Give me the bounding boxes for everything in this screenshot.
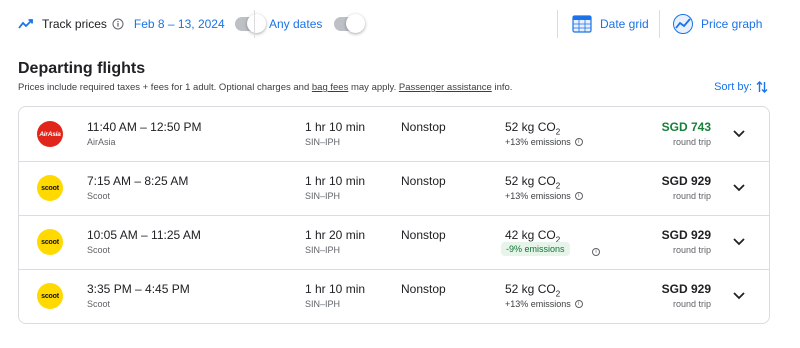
- flight-route: SIN–IPH: [305, 137, 341, 147]
- filter-toolbar: Track prices Feb 8 – 13, 2024 Any dates: [0, 0, 800, 48]
- disclaimer-text: Prices include required taxes + fees for…: [18, 82, 312, 93]
- chevron-down-icon[interactable]: [729, 286, 749, 306]
- toolbar-divider: [659, 10, 660, 38]
- section-title: Departing flights: [18, 60, 146, 77]
- toggle-knob: [346, 14, 366, 33]
- trend-line-icon: [18, 18, 34, 30]
- price-graph-button[interactable]: Price graph: [672, 0, 762, 48]
- flight-times: 10:05 AM – 11:25 AM: [87, 228, 201, 242]
- emissions-text: +13% emissions: [505, 191, 571, 201]
- disclaimer-text: info.: [491, 82, 513, 93]
- airline-name: Scoot: [87, 299, 111, 309]
- co2-amount: 52 kg CO2: [505, 120, 560, 136]
- flight-route: SIN–IPH: [305, 191, 341, 201]
- chevron-down-icon[interactable]: [729, 124, 749, 144]
- emissions-change: +13% emissions i: [505, 191, 583, 201]
- any-dates-label: Any dates: [269, 17, 323, 31]
- any-dates-toggle[interactable]: [334, 14, 366, 33]
- emissions-text: +13% emissions: [505, 299, 571, 309]
- flight-price: SGD 929: [661, 282, 711, 296]
- trip-type: round trip: [672, 191, 711, 201]
- flight-times: 3:35 PM – 4:45 PM: [87, 282, 190, 296]
- flight-price: SGD 743: [661, 120, 711, 134]
- toggle-knob: [246, 14, 266, 33]
- flight-times: 11:40 AM – 12:50 PM: [87, 120, 202, 134]
- airline-logo: scoot: [37, 229, 63, 255]
- flight-duration: 1 hr 10 min: [305, 282, 366, 296]
- trip-type: round trip: [672, 245, 711, 255]
- disclaimer-text: may apply.: [348, 82, 399, 93]
- airline-logo: AirAsia: [37, 121, 63, 147]
- flight-row[interactable]: scoot 7:15 AM – 8:25 AM Scoot 1 hr 10 mi…: [19, 161, 769, 216]
- flight-stops: Nonstop: [401, 120, 446, 134]
- co2-value: 52 kg CO: [505, 120, 556, 134]
- emissions-text: +13% emissions: [505, 137, 571, 147]
- airline-name: AirAsia: [87, 137, 116, 147]
- co2-amount: 52 kg CO2: [505, 282, 560, 298]
- trip-type: round trip: [672, 299, 711, 309]
- date-range-text: Feb 8 – 13, 2024: [133, 17, 225, 31]
- track-prices-control[interactable]: Track prices Feb 8 – 13, 2024: [18, 0, 266, 48]
- co2-subscript: 2: [555, 289, 561, 299]
- co2-amount: 52 kg CO2: [505, 174, 560, 190]
- flight-stops: Nonstop: [401, 174, 446, 188]
- price-graph-icon: [672, 14, 694, 34]
- flight-times: 7:15 AM – 8:25 AM: [87, 174, 189, 188]
- trip-type: round trip: [672, 137, 711, 147]
- flight-row[interactable]: scoot 10:05 AM – 11:25 AM Scoot 1 hr 20 …: [19, 215, 769, 270]
- flight-row[interactable]: AirAsia 11:40 AM – 12:50 PM AirAsia 1 hr…: [19, 107, 769, 162]
- flight-list: AirAsia 11:40 AM – 12:50 PM AirAsia 1 hr…: [18, 106, 770, 324]
- airline-logo: scoot: [37, 283, 63, 309]
- flight-row[interactable]: scoot 3:35 PM – 4:45 PM Scoot 1 hr 10 mi…: [19, 269, 769, 323]
- co2-subscript: 2: [555, 181, 561, 191]
- flight-price: SGD 929: [661, 174, 711, 188]
- airline-name: Scoot: [87, 245, 111, 255]
- date-grid-button[interactable]: Date grid: [572, 0, 649, 48]
- co2-value: 52 kg CO: [505, 174, 556, 188]
- info-icon[interactable]: i: [574, 138, 583, 146]
- flight-route: SIN–IPH: [305, 299, 341, 309]
- info-icon[interactable]: [112, 18, 124, 30]
- flight-duration: 1 hr 10 min: [305, 120, 366, 134]
- any-dates-control[interactable]: Any dates: [269, 0, 366, 48]
- sort-by-button[interactable]: Sort by:: [714, 80, 768, 94]
- sort-by-label: Sort by:: [714, 81, 752, 93]
- flight-price: SGD 929: [661, 228, 711, 242]
- flight-duration: 1 hr 20 min: [305, 228, 366, 242]
- airline-logo: scoot: [37, 175, 63, 201]
- info-icon[interactable]: i: [574, 300, 583, 308]
- sort-arrows-icon: [756, 80, 768, 94]
- bag-fees-link[interactable]: bag fees: [312, 82, 348, 93]
- flight-route: SIN–IPH: [305, 245, 341, 255]
- co2-value: 52 kg CO: [505, 282, 556, 296]
- passenger-assistance-link[interactable]: Passenger assistance: [399, 82, 492, 93]
- price-disclaimer: Prices include required taxes + fees for…: [18, 82, 512, 93]
- co2-subscript: 2: [555, 127, 561, 137]
- info-icon[interactable]: i: [592, 248, 600, 256]
- info-icon[interactable]: i: [574, 192, 583, 200]
- emissions-change: +13% emissions i: [505, 137, 583, 147]
- chevron-down-icon[interactable]: [729, 232, 749, 252]
- chevron-down-icon[interactable]: [729, 178, 749, 198]
- emissions-change: +13% emissions i: [505, 299, 583, 309]
- emissions-badge: -9% emissions: [501, 242, 570, 256]
- emissions-text: -9% emissions: [506, 244, 565, 254]
- toolbar-divider: [557, 10, 558, 38]
- date-grid-label: Date grid: [600, 17, 649, 31]
- co2-value: 42 kg CO: [505, 228, 556, 242]
- flight-stops: Nonstop: [401, 228, 446, 242]
- flight-duration: 1 hr 10 min: [305, 174, 366, 188]
- price-graph-label: Price graph: [701, 17, 763, 31]
- calendar-grid-icon: [572, 15, 592, 33]
- airline-name: Scoot: [87, 191, 111, 201]
- track-prices-label: Track prices: [42, 17, 107, 31]
- flight-stops: Nonstop: [401, 282, 446, 296]
- toolbar-divider: [254, 10, 255, 38]
- track-prices-toggle[interactable]: [234, 14, 266, 33]
